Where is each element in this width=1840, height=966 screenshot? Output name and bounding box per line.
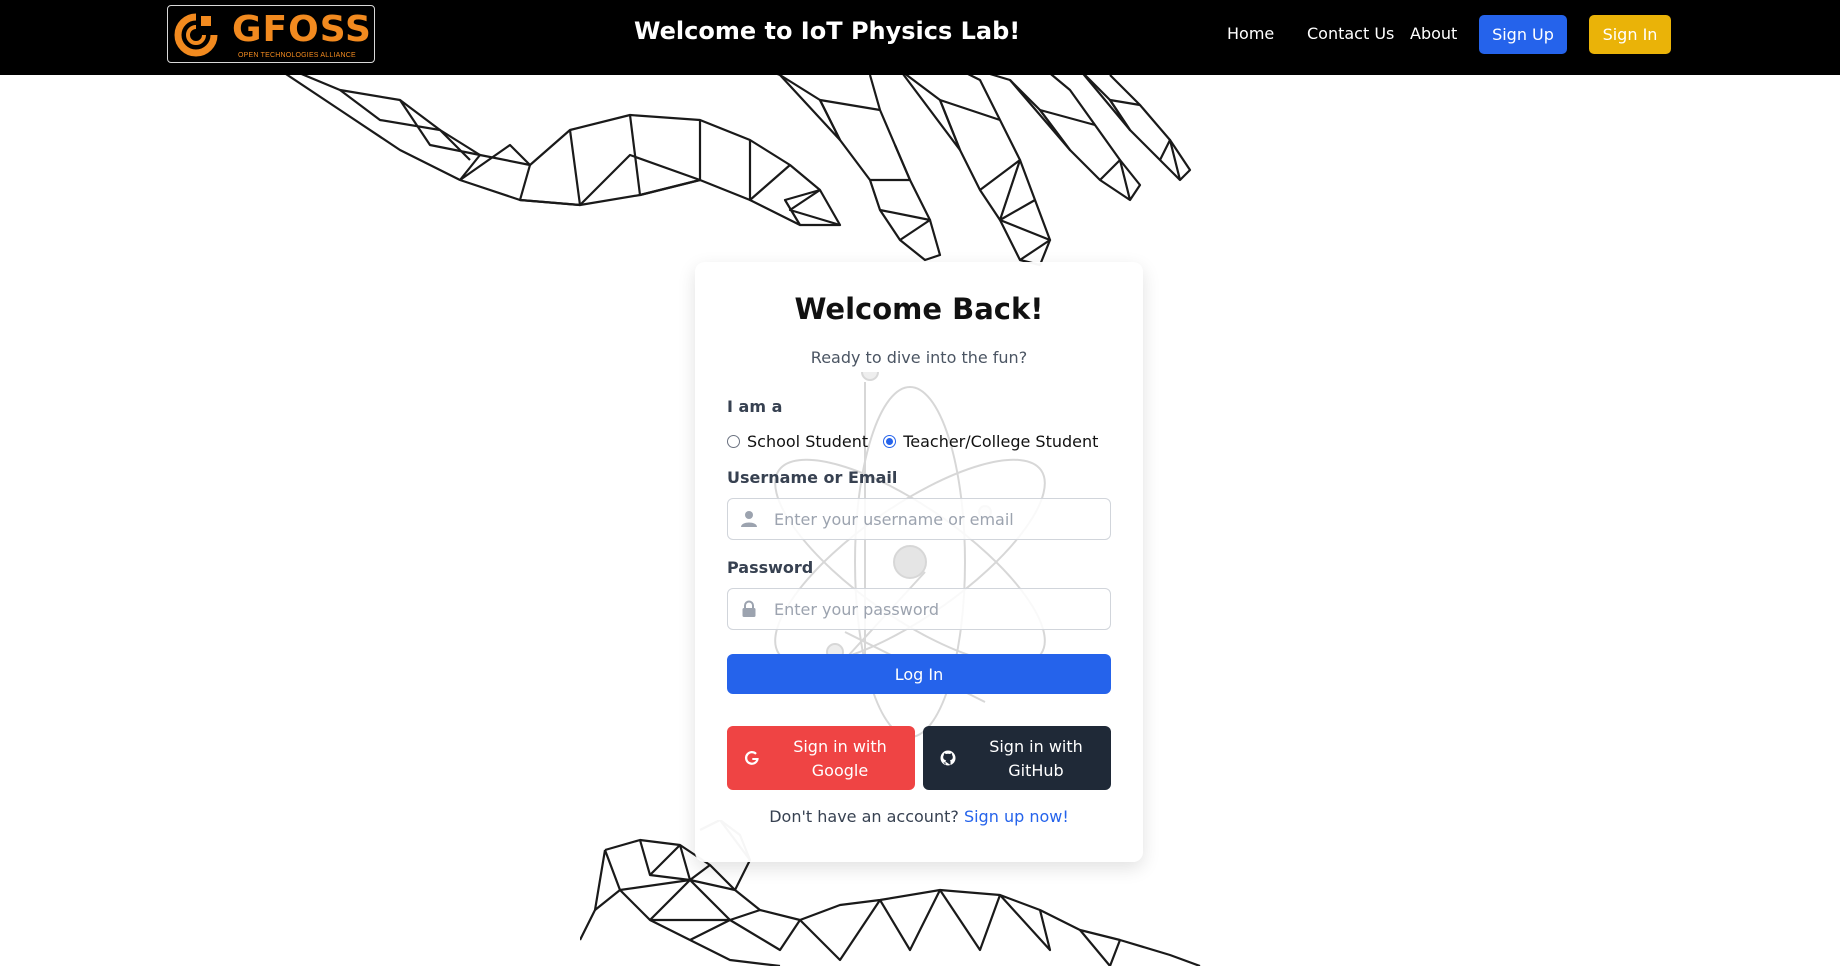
radio-teacher-college-student-label[interactable]: Teacher/College Student [903, 432, 1098, 451]
gfoss-logo[interactable]: GFOSS OPEN TECHNOLOGIES ALLIANCE [167, 5, 375, 63]
card-title: Welcome Back! [794, 292, 1044, 326]
github-signin-label: Sign in with GitHub [989, 737, 1083, 780]
signup-now-link[interactable]: Sign up now! [964, 807, 1069, 826]
password-label: Password [727, 558, 814, 577]
github-icon [940, 750, 956, 766]
signup-button[interactable]: Sign Up [1479, 15, 1567, 54]
login-button[interactable]: Log In [727, 654, 1111, 694]
lock-icon [742, 600, 756, 617]
google-icon [744, 751, 759, 765]
nav-about-link[interactable]: About [1410, 24, 1457, 43]
username-input[interactable]: Enter your username or email [727, 498, 1111, 540]
radio-teacher-college-student[interactable] [883, 434, 897, 448]
logo-text: GFOSS [232, 9, 372, 50]
role-label: I am a [727, 397, 783, 416]
google-signin-button[interactable]: Sign in with Google [727, 726, 915, 790]
page: GFOSS OPEN TECHNOLOGIES ALLIANCE Welcome… [0, 0, 1840, 966]
logo-subtext: OPEN TECHNOLOGIES ALLIANCE [238, 52, 356, 59]
signin-button[interactable]: Sign In [1589, 15, 1671, 54]
signup-prompt: Don't have an account? Sign up now! [695, 807, 1143, 826]
no-account-text: Don't have an account? [769, 807, 959, 826]
password-placeholder: Enter your password [774, 600, 940, 619]
username-label: Username or Email [727, 468, 898, 487]
radio-school-student-label[interactable]: School Student [747, 432, 868, 451]
nav-home-link[interactable]: Home [1227, 24, 1274, 43]
user-icon [741, 511, 757, 527]
login-card: Welcome Back! Ready to dive into the fun… [695, 262, 1143, 862]
role-radio-group: School Student Teacher/College Student [727, 430, 1113, 452]
nav-contact-link[interactable]: Contact Us [1307, 24, 1394, 43]
github-signin-button[interactable]: Sign in with GitHub [923, 726, 1111, 790]
top-navbar: GFOSS OPEN TECHNOLOGIES ALLIANCE Welcome… [0, 0, 1840, 75]
gfoss-logo-icon [174, 13, 218, 57]
wireframe-hand-top-illustration [280, 60, 1192, 267]
radio-school-student[interactable] [727, 434, 740, 448]
card-subtitle: Ready to dive into the fun? [810, 348, 1028, 367]
username-placeholder: Enter your username or email [774, 510, 1014, 529]
site-title: Welcome to IoT Physics Lab! [634, 17, 1021, 45]
password-input[interactable]: Enter your password [727, 588, 1111, 630]
google-signin-label: Sign in with Google [793, 737, 887, 780]
